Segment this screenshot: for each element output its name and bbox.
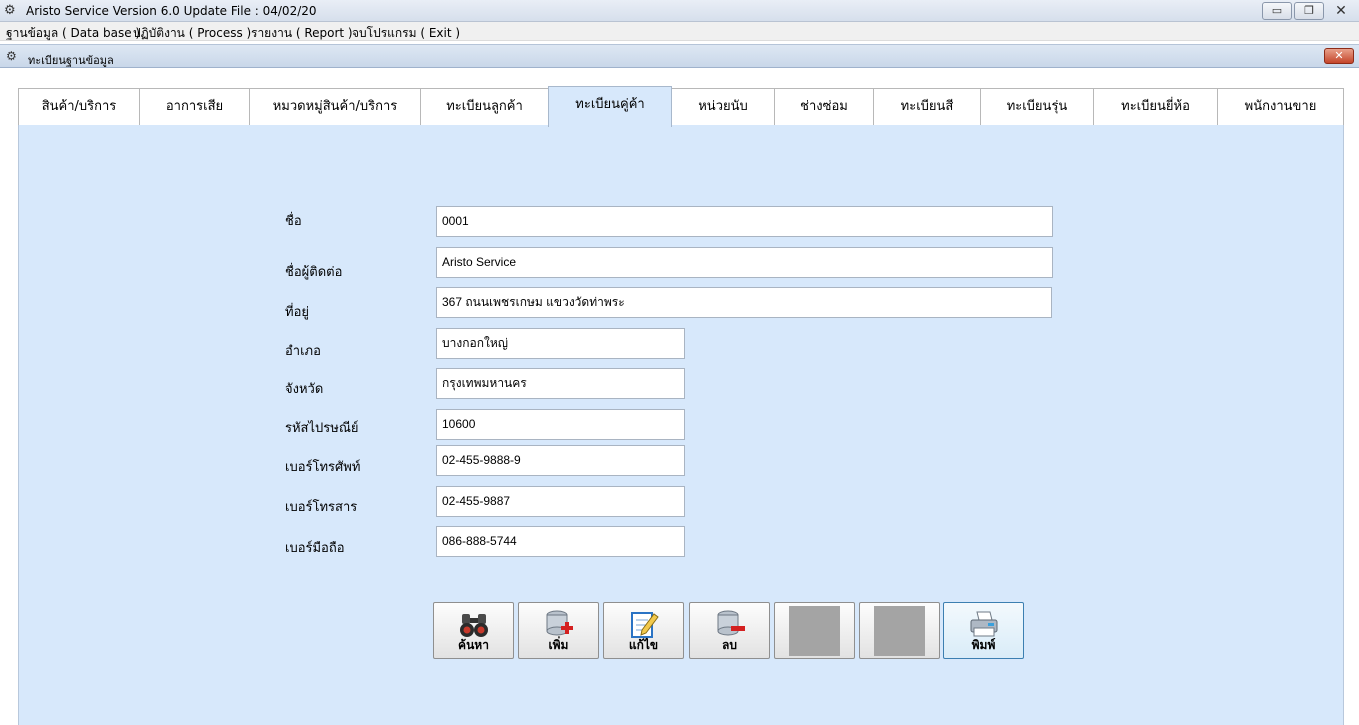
label-phone: เบอร์โทรศัพท์ bbox=[285, 460, 361, 475]
delete-button[interactable]: ลบ bbox=[689, 602, 770, 659]
province-field[interactable]: กรุงเทพมหานคร bbox=[436, 368, 685, 399]
label-mobile: เบอร์มือถือ bbox=[285, 541, 345, 556]
label-postcode: รหัสไปรษณีย์ bbox=[285, 421, 359, 436]
window-title: Aristo Service Version 6.0 Update File :… bbox=[26, 4, 317, 18]
menu-bar: ฐานข้อมูล ( Data base ) ปฏิบัติงาน ( Pro… bbox=[0, 22, 1359, 41]
edit-button[interactable]: แก้ไข bbox=[603, 602, 684, 659]
contact-field[interactable]: Aristo Service bbox=[436, 247, 1053, 278]
tab-product-categories[interactable]: หมวดหมู่สินค้า/บริการ bbox=[249, 88, 421, 126]
child-gear-icon: ⚙ bbox=[6, 49, 17, 63]
window-titlebar: ⚙ Aristo Service Version 6.0 Update File… bbox=[0, 0, 1359, 22]
app-gear-icon: ⚙ bbox=[4, 3, 16, 18]
fax-field[interactable]: 02-455-9887 bbox=[436, 486, 685, 517]
child-close-button[interactable]: ✕ bbox=[1324, 48, 1354, 64]
blank-placeholder-icon bbox=[789, 606, 840, 656]
add-button-label: เพิ่ม bbox=[548, 638, 569, 652]
print-button[interactable]: พิมพ์ bbox=[943, 602, 1024, 659]
tab-technicians[interactable]: ช่างซ่อม bbox=[774, 88, 874, 126]
blank-button-2[interactable] bbox=[859, 602, 940, 659]
blank-placeholder-icon bbox=[874, 606, 925, 656]
print-button-label: พิมพ์ bbox=[971, 638, 996, 652]
search-button[interactable]: ค้นหา bbox=[433, 602, 514, 659]
edit-button-label: แก้ไข bbox=[628, 638, 659, 652]
menu-report[interactable]: รายงาน ( Report ) bbox=[251, 24, 353, 43]
address-field[interactable]: 367 ถนนเพชรเกษม แขวงวัดท่าพระ bbox=[436, 287, 1052, 318]
minimize-button[interactable]: ▭ bbox=[1262, 2, 1292, 20]
label-address: ที่อยู่ bbox=[285, 305, 309, 320]
label-name: ชื่อ bbox=[285, 214, 302, 229]
tab-symptoms[interactable]: อาการเสีย bbox=[139, 88, 250, 126]
delete-button-label: ลบ bbox=[722, 638, 737, 652]
tab-customers[interactable]: ทะเบียนลูกค้า bbox=[420, 88, 549, 126]
name-field[interactable]: 0001 bbox=[436, 206, 1053, 237]
tab-strip: สินค้า/บริการ อาการเสีย หมวดหมู่สินค้า/บ… bbox=[18, 86, 1344, 127]
district-field[interactable]: บางกอกใหญ่ bbox=[436, 328, 685, 359]
child-window-titlebar: ⚙ ทะเบียนฐานข้อมูล ✕ bbox=[0, 44, 1359, 68]
label-contact: ชื่อผู้ติดต่อ bbox=[285, 265, 343, 280]
label-district: อำเภอ bbox=[285, 344, 321, 359]
tab-products[interactable]: สินค้า/บริการ bbox=[18, 88, 140, 126]
label-province: จังหวัด bbox=[285, 382, 324, 397]
restore-button[interactable]: ❐ bbox=[1294, 2, 1324, 20]
menu-database[interactable]: ฐานข้อมูล ( Data base ) bbox=[6, 24, 140, 43]
tab-units[interactable]: หน่วยนับ bbox=[671, 88, 775, 126]
menu-process[interactable]: ปฏิบัติงาน ( Process ) bbox=[133, 24, 251, 43]
tab-models[interactable]: ทะเบียนรุ่น bbox=[980, 88, 1094, 126]
blank-button-1[interactable] bbox=[774, 602, 855, 659]
tab-colors[interactable]: ทะเบียนสี bbox=[873, 88, 981, 126]
content-area: สินค้า/บริการ อาการเสีย หมวดหมู่สินค้า/บ… bbox=[0, 69, 1359, 725]
window-close-button[interactable]: ✕ bbox=[1326, 2, 1356, 20]
tab-brands[interactable]: ทะเบียนยี่ห้อ bbox=[1093, 88, 1218, 126]
mobile-field[interactable]: 086-888-5744 bbox=[436, 526, 685, 557]
postcode-field[interactable]: 10600 bbox=[436, 409, 685, 440]
child-window-title: ทะเบียนฐานข้อมูล bbox=[28, 54, 114, 67]
tab-suppliers[interactable]: ทะเบียนคู่ค้า bbox=[548, 86, 672, 127]
add-button[interactable]: เพิ่ม bbox=[518, 602, 599, 659]
menu-exit[interactable]: จบโปรแกรม ( Exit ) bbox=[352, 24, 460, 43]
phone-field[interactable]: 02-455-9888-9 bbox=[436, 445, 685, 476]
tab-salespersons[interactable]: พนักงานขาย bbox=[1217, 88, 1344, 126]
search-button-label: ค้นหา bbox=[458, 638, 489, 652]
label-fax: เบอร์โทรสาร bbox=[285, 500, 358, 515]
